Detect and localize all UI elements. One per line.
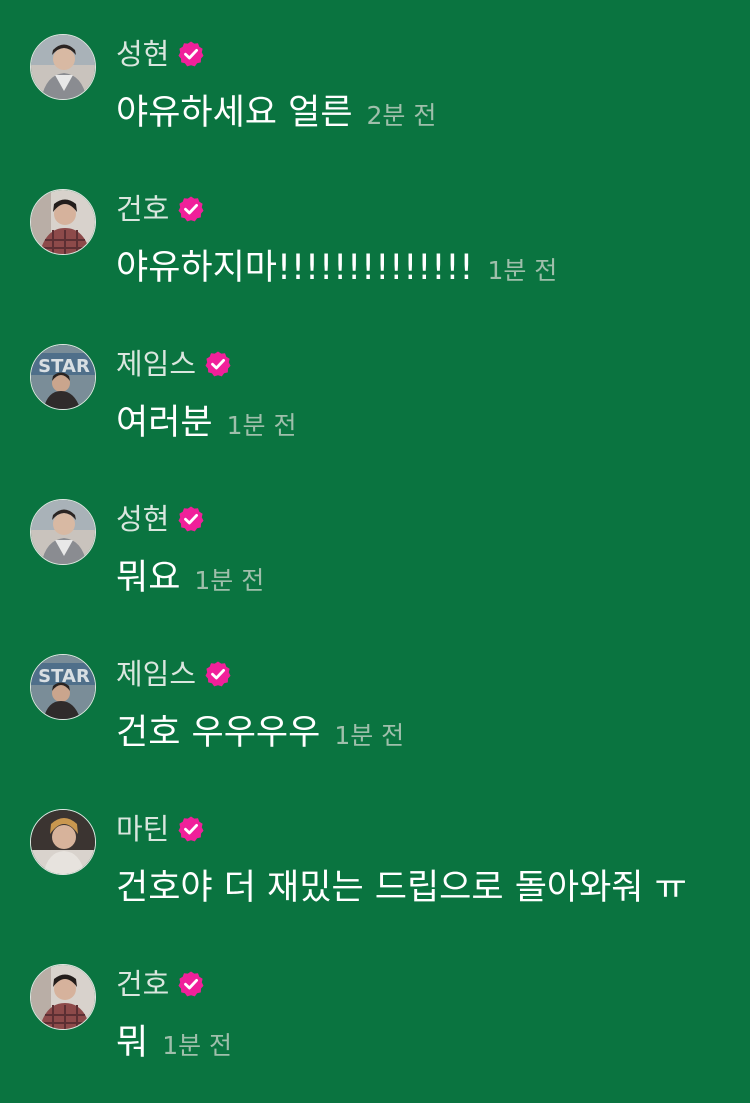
comment-text: 여러분: [116, 403, 213, 443]
avatar[interactable]: [30, 189, 96, 255]
author-name[interactable]: 제임스: [116, 344, 196, 384]
author-name[interactable]: 마틴: [116, 809, 169, 849]
author-row: 마틴: [116, 809, 205, 849]
comment-item: 건호 뭐 1분 전: [0, 964, 750, 1094]
avatar[interactable]: STAR: [30, 344, 96, 410]
comment-body: 야유하지마!!!!!!!!!!!!!! 1분 전: [116, 243, 557, 293]
avatar-photo-icon: [31, 190, 95, 254]
author-name[interactable]: 건호: [116, 964, 169, 1004]
comment-body: 뭐요 1분 전: [116, 553, 264, 603]
author-name[interactable]: 성현: [116, 499, 169, 539]
comment-text: 뭐요: [116, 558, 181, 598]
comment-text: 건호 우우우우: [116, 713, 321, 753]
comment-body: 여러분 1분 전: [116, 398, 296, 448]
verified-badge-icon: [177, 40, 205, 68]
comment-timestamp: 2분 전: [366, 101, 437, 130]
comment-item: STAR 제임스 건호 우우우우 1분 전: [0, 654, 750, 784]
author-row: 성현: [116, 499, 205, 539]
comment-timestamp: 1분 전: [162, 1031, 233, 1060]
comment-timestamp: 1분 전: [334, 721, 405, 750]
verified-badge-icon: [177, 970, 205, 998]
author-name[interactable]: 건호: [116, 189, 169, 229]
comment-text: 뭐: [116, 1023, 149, 1063]
comment-item: 성현 뭐요 1분 전: [0, 499, 750, 629]
avatar[interactable]: STAR: [30, 654, 96, 720]
author-name[interactable]: 제임스: [116, 654, 196, 694]
avatar-photo-icon: [31, 965, 95, 1029]
verified-badge-icon: [177, 195, 205, 223]
comment-feed: { "colors": { "background": "#0a7440", "…: [0, 0, 750, 1103]
comment-item: STAR 제임스 여러분 1분 전: [0, 344, 750, 474]
comment-body: 건호야 더 재밌는 드립으로 돌아와줘 ㅠ: [116, 863, 750, 913]
avatar-photo-icon: [31, 810, 95, 874]
author-row: 건호: [116, 189, 205, 229]
author-name[interactable]: 성현: [116, 34, 169, 74]
avatar-photo-icon: STAR: [31, 345, 95, 409]
comment-text: 야유하세요 얼른: [116, 93, 353, 133]
verified-badge-icon: [177, 815, 205, 843]
avatar-photo-icon: [31, 35, 95, 99]
verified-badge-icon: [204, 350, 232, 378]
author-row: 제임스: [116, 654, 232, 694]
author-row: 건호: [116, 964, 205, 1004]
author-row: 제임스: [116, 344, 232, 384]
verified-badge-icon: [177, 505, 205, 533]
avatar-photo-icon: [31, 500, 95, 564]
verified-badge-icon: [204, 660, 232, 688]
comment-body: 뭐 1분 전: [116, 1018, 232, 1068]
avatar[interactable]: [30, 499, 96, 565]
comment-text: 건호야 더 재밌는 드립으로 돌아와줘 ㅠ: [116, 868, 687, 908]
comment-item: 건호 야유하지마!!!!!!!!!!!!!! 1분 전: [0, 189, 750, 319]
comment-timestamp: 1분 전: [226, 411, 297, 440]
comment-timestamp: 1분 전: [487, 256, 558, 285]
avatar-photo-icon: STAR: [31, 655, 95, 719]
comment-item: 성현 야유하세요 얼른 2분 전: [0, 34, 750, 164]
avatar[interactable]: [30, 34, 96, 100]
comment-body: 건호 우우우우 1분 전: [116, 708, 404, 758]
avatar[interactable]: [30, 809, 96, 875]
avatar[interactable]: [30, 964, 96, 1030]
comment-body: 야유하세요 얼른 2분 전: [116, 88, 436, 138]
comment-item: 마틴 건호야 더 재밌는 드립으로 돌아와줘 ㅠ: [0, 809, 750, 939]
comment-timestamp: 1분 전: [194, 566, 265, 595]
author-row: 성현: [116, 34, 205, 74]
comment-text: 야유하지마!!!!!!!!!!!!!!: [116, 248, 474, 288]
